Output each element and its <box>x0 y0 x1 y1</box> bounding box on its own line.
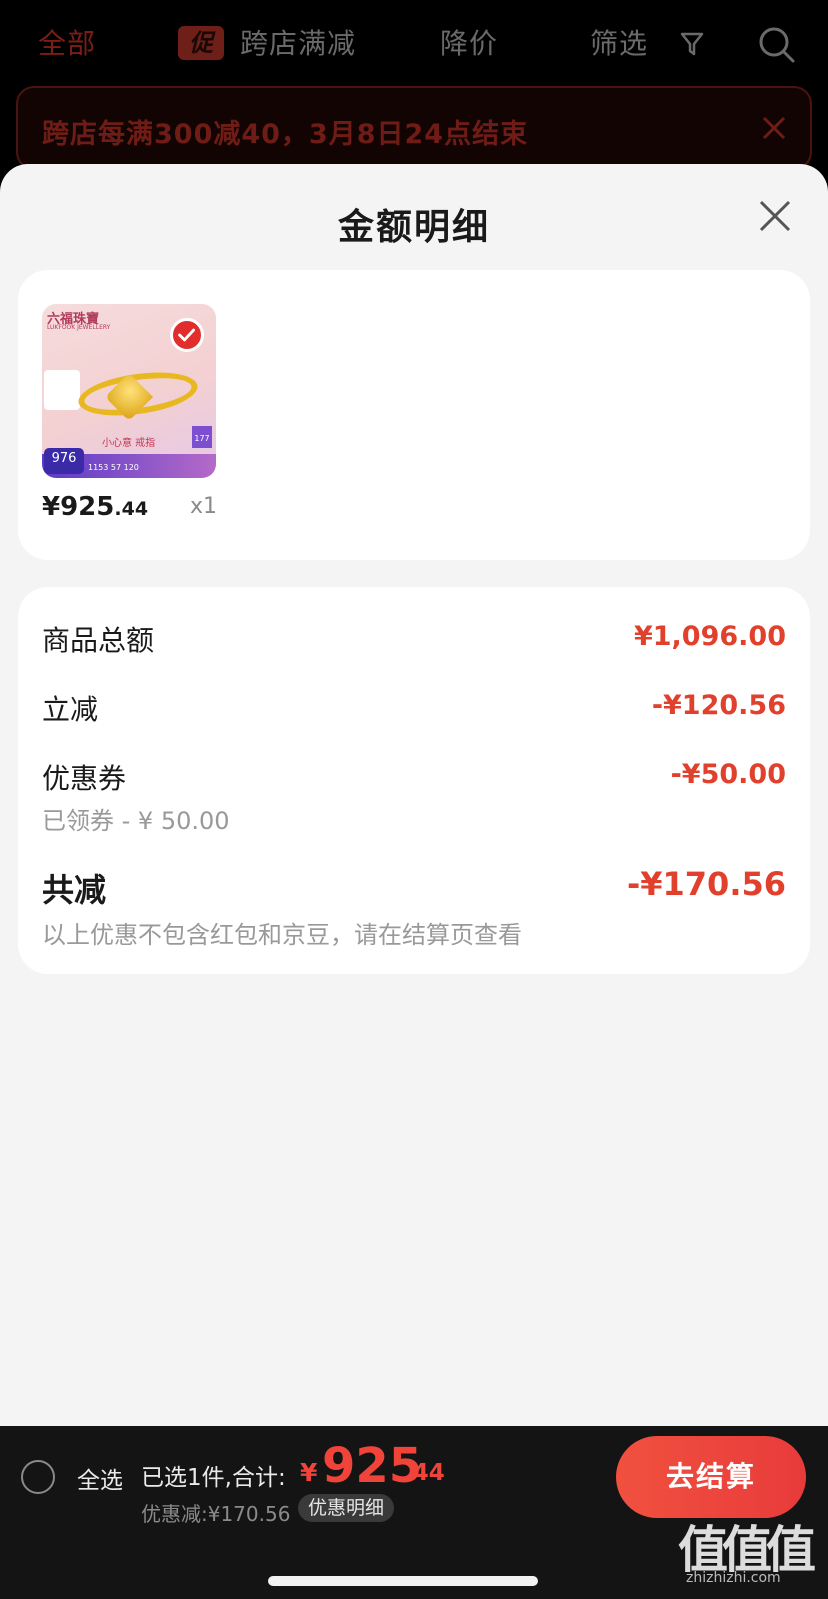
coupon-value: -¥50.00 <box>670 759 786 790</box>
product-brand-sub: LUKFOOK JEWELLERY <box>47 324 111 331</box>
sheet-title: 金额明细 <box>337 207 490 248</box>
watermark-url: zhizhizhi.com <box>686 1570 781 1586</box>
amount-detail-sheet: 金额明细 六福珠寶 LUKFOOK JEWELLERY 小心意 戒指 177 9… <box>0 164 828 1426</box>
check-circle-icon[interactable] <box>170 318 204 352</box>
top-nav: 全部 促 跨店满减 降价 筛选 <box>0 0 828 86</box>
home-indicator[interactable] <box>268 1576 538 1586</box>
total-currency: ¥ <box>300 1458 318 1487</box>
coupon-sub-text: 已领券 - ¥ 50.00 <box>42 807 230 835</box>
select-all-label[interactable]: 全选 <box>77 1461 123 1495</box>
product-tag: 177 <box>192 426 212 448</box>
total-discount-label: 共减 <box>42 871 107 909</box>
product-price-int: ¥925 <box>42 492 115 522</box>
product-quantity: x1 <box>190 494 218 519</box>
product-bar-numbers: 1153 57 120 <box>88 463 139 472</box>
close-icon[interactable] <box>755 196 795 236</box>
product-price-badge: 976 <box>44 448 84 474</box>
goods-total-label: 商品总额 <box>42 624 155 657</box>
search-icon[interactable] <box>758 26 796 64</box>
product-card: 六福珠寶 LUKFOOK JEWELLERY 小心意 戒指 177 976 11… <box>18 270 810 560</box>
instant-discount-value: -¥120.56 <box>651 690 786 721</box>
goods-total-value: ¥1,096.00 <box>633 621 786 652</box>
discount-note: 以上优惠不包含红包和京豆，请在结算页查看 <box>42 921 522 949</box>
tab-cross-store-discount[interactable]: 跨店满减 <box>240 22 356 62</box>
promo-tag-icon: 促 <box>178 26 224 60</box>
close-icon[interactable] <box>760 114 788 142</box>
product-mini-thumb <box>44 370 80 410</box>
total-amount-dec: .44 <box>404 1460 445 1486</box>
promo-banner: 跨店每满300减40，3月8日24点结束 <box>16 86 812 170</box>
total-discount-value: -¥170.56 <box>626 865 786 903</box>
amount-summary-card: 商品总额 ¥1,096.00 立减 -¥120.56 优惠券 -¥50.00 已… <box>18 587 810 974</box>
tab-filter[interactable]: 筛选 <box>590 22 648 62</box>
discount-detail-button[interactable]: 优惠明细 <box>298 1494 395 1522</box>
checkout-bar: 全选 已选1件,合计: ¥ 925 .44 优惠减:¥170.56 优惠明细 去… <box>0 1426 828 1599</box>
tab-price-drop[interactable]: 降价 <box>440 22 498 62</box>
product-price: ¥925.44 <box>42 492 148 522</box>
selected-count-text: 已选1件,合计: <box>141 1465 286 1491</box>
site-watermark: 值值值 zhizhizhi.com <box>678 1510 818 1590</box>
select-all-radio[interactable] <box>21 1460 55 1494</box>
product-slogan: 小心意 戒指 <box>102 438 156 449</box>
product-price-dec: .44 <box>114 498 149 520</box>
instant-discount-label: 立减 <box>42 693 99 726</box>
filter-funnel-icon[interactable] <box>680 30 704 58</box>
tab-all[interactable]: 全部 <box>38 22 96 62</box>
product-image[interactable]: 六福珠寶 LUKFOOK JEWELLERY 小心意 戒指 177 976 11… <box>42 304 216 478</box>
discount-amount-text: 优惠减:¥170.56 <box>141 1502 291 1526</box>
coupon-label: 优惠券 <box>42 762 127 795</box>
promo-banner-text: 跨店每满300减40，3月8日24点结束 <box>42 119 529 150</box>
checkout-button[interactable]: 去结算 <box>616 1436 806 1518</box>
